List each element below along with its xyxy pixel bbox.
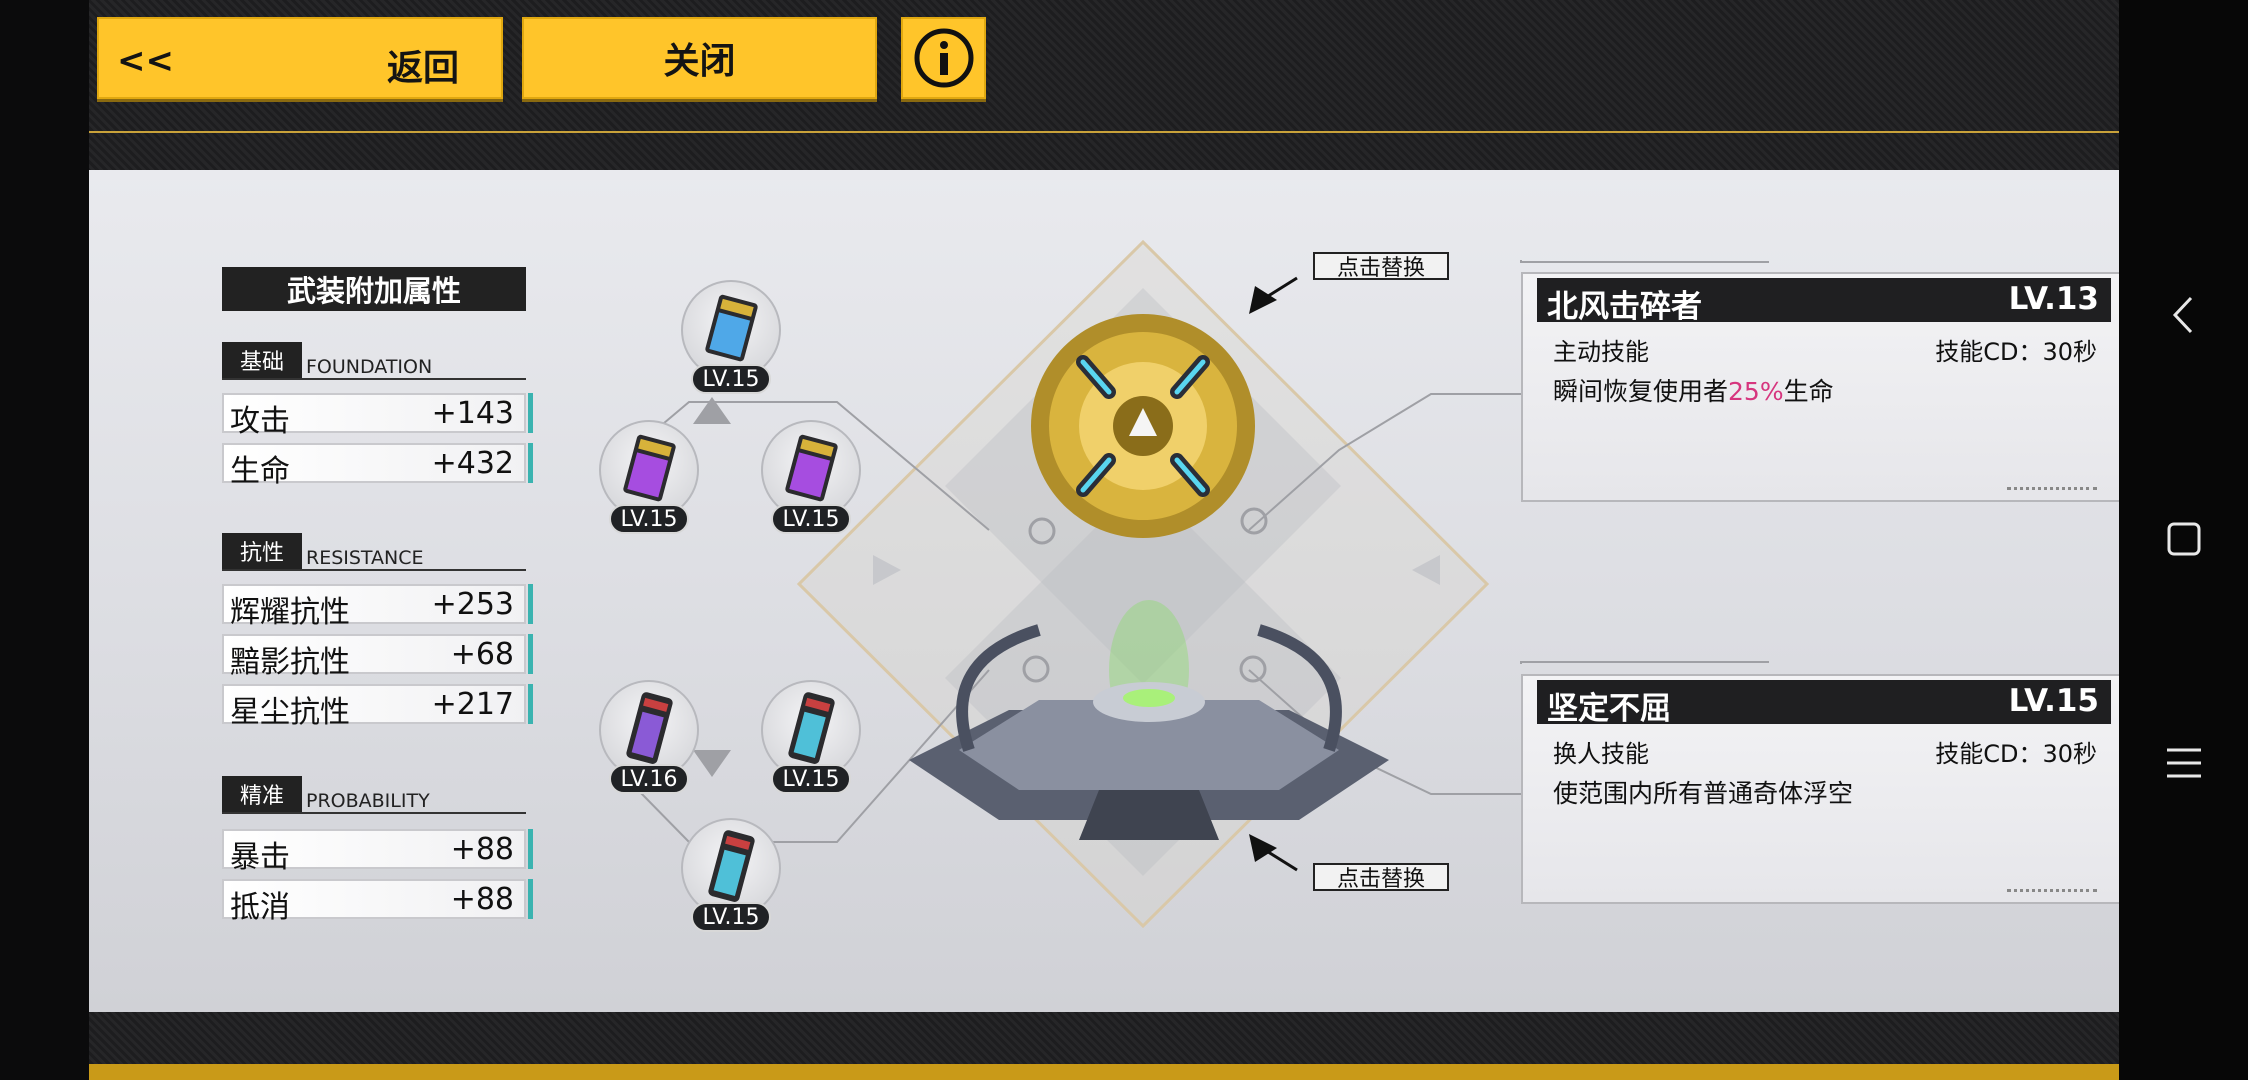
skill-cooldown: 技能CD：30秒 bbox=[1935, 740, 2097, 768]
pointer-arrow-icon bbox=[1249, 834, 1298, 872]
module-chip-slot[interactable]: LV.16 bbox=[599, 680, 699, 794]
stat-row-attack: 攻击 +143 bbox=[222, 393, 533, 439]
close-button[interactable]: 关闭 bbox=[522, 17, 877, 99]
header-divider bbox=[89, 131, 2119, 133]
system-nav-bar bbox=[2119, 0, 2248, 1080]
skill-level: LV.15 bbox=[2008, 683, 2099, 719]
back-label: 返回 bbox=[387, 48, 460, 89]
stat-value: +88 bbox=[450, 882, 514, 917]
desc-text: 使范围内所有普通奇体浮空 bbox=[1553, 779, 1854, 808]
back-button[interactable]: << 返回 bbox=[97, 17, 503, 99]
replace-pedestal-button[interactable]: 点击替换 bbox=[1313, 863, 1449, 892]
chip-level: LV.15 bbox=[691, 364, 771, 394]
section-tag: 精准 bbox=[222, 776, 302, 812]
close-label: 关闭 bbox=[663, 41, 736, 82]
stat-value: +68 bbox=[450, 637, 514, 672]
stat-name: 生命 bbox=[230, 454, 290, 489]
weapon-core-image[interactable] bbox=[1009, 300, 1289, 560]
chip-level: LV.15 bbox=[691, 902, 771, 932]
stat-name: 辉耀抗性 bbox=[230, 595, 350, 630]
skill-card[interactable]: 北风击碎者 LV.13 主动技能 技能CD：30秒 瞬间恢复使用者25%生命 bbox=[1521, 272, 2119, 502]
stat-value: +88 bbox=[450, 832, 514, 867]
chip-level: LV.15 bbox=[609, 504, 689, 534]
section-en: PROBABILITY bbox=[306, 790, 430, 812]
stat-value: +432 bbox=[431, 446, 514, 481]
card-dots bbox=[2007, 487, 2097, 494]
stat-value: +217 bbox=[431, 687, 514, 722]
desc-text: 生命 bbox=[1783, 377, 1834, 406]
stats-title: 武装附加属性 bbox=[222, 267, 526, 311]
bottom-stripe bbox=[89, 1064, 2119, 1080]
stat-row-hp: 生命 +432 bbox=[222, 443, 533, 489]
info-icon bbox=[914, 28, 973, 88]
chip-level: LV.15 bbox=[771, 504, 851, 534]
skill-card[interactable]: 坚定不屈 LV.15 换人技能 技能CD：30秒 使范围内所有普通奇体浮空 bbox=[1521, 674, 2119, 904]
section-en: FOUNDATION bbox=[306, 356, 433, 378]
stat-name: 星尘抗性 bbox=[230, 695, 350, 730]
memory-chip-slot[interactable]: LV.15 bbox=[761, 420, 861, 534]
card-dots bbox=[2007, 889, 2097, 896]
section-tag: 抗性 bbox=[222, 533, 302, 569]
stat-value: +253 bbox=[431, 587, 514, 622]
skill-level: LV.13 bbox=[2008, 281, 2099, 317]
memory-chip-slot[interactable]: LV.15 bbox=[599, 420, 699, 534]
stat-name: 黯影抗性 bbox=[230, 645, 350, 680]
section-en: RESISTANCE bbox=[306, 547, 424, 569]
module-chip-slot[interactable]: LV.15 bbox=[761, 680, 861, 794]
skill-type: 主动技能 bbox=[1553, 338, 1649, 366]
skill-name: 坚定不屈 bbox=[1547, 691, 1671, 727]
stat-row-crit: 暴击 +88 bbox=[222, 829, 533, 875]
stat-name: 攻击 bbox=[230, 404, 290, 439]
stat-name: 暴击 bbox=[230, 840, 290, 875]
section-probability-header: 精准 PROBABILITY bbox=[222, 776, 526, 814]
menu-icon[interactable] bbox=[2159, 738, 2209, 788]
section-foundation-header: 基础 FOUNDATION bbox=[222, 342, 526, 380]
back-icon[interactable] bbox=[2159, 290, 2209, 340]
armament-panel: 武装附加属性 基础 FOUNDATION 攻击 +143 生命 +432 抗性 … bbox=[89, 170, 2119, 1012]
stat-value: +143 bbox=[431, 396, 514, 431]
back-chevron: << bbox=[117, 41, 174, 81]
info-button[interactable] bbox=[901, 17, 986, 99]
stat-name: 抵消 bbox=[230, 890, 290, 925]
section-resistance-header: 抗性 RESISTANCE bbox=[222, 533, 526, 571]
skill-header: 坚定不屈 LV.15 bbox=[1537, 680, 2111, 727]
module-chip-slot[interactable]: LV.15 bbox=[681, 818, 781, 932]
desc-text: 瞬间恢复使用者 bbox=[1553, 377, 1729, 406]
skill-header: 北风击碎者 LV.13 bbox=[1537, 278, 2111, 325]
stat-row-offset: 抵消 +88 bbox=[222, 879, 533, 925]
chip-level: LV.16 bbox=[609, 764, 689, 794]
chip-level: LV.15 bbox=[771, 764, 851, 794]
stat-row-stardust-res: 星尘抗性 +217 bbox=[222, 684, 533, 730]
pedestal-image[interactable] bbox=[899, 600, 1399, 860]
skill-type: 换人技能 bbox=[1553, 740, 1649, 768]
game-view: << 返回 关闭 武装附加属性 基础 FOUNDATION 攻击 +143 生命… bbox=[89, 0, 2119, 1080]
skill-cooldown: 技能CD：30秒 bbox=[1935, 338, 2097, 366]
memory-chip-slot[interactable]: LV.15 bbox=[681, 280, 781, 394]
stat-row-shadow-res: 黯影抗性 +68 bbox=[222, 634, 533, 680]
skill-name: 北风击碎者 bbox=[1547, 289, 1702, 325]
replace-core-button[interactable]: 点击替换 bbox=[1313, 252, 1449, 281]
skill-description: 瞬间恢复使用者25%生命 bbox=[1553, 372, 1834, 408]
home-icon[interactable] bbox=[2159, 514, 2209, 564]
section-tag: 基础 bbox=[222, 342, 302, 378]
skill-description: 使范围内所有普通奇体浮空 bbox=[1553, 774, 1853, 810]
pointer-arrow-icon bbox=[1249, 276, 1298, 314]
stat-row-radiant-res: 辉耀抗性 +253 bbox=[222, 584, 533, 630]
desc-highlight: 25% bbox=[1728, 377, 1784, 406]
